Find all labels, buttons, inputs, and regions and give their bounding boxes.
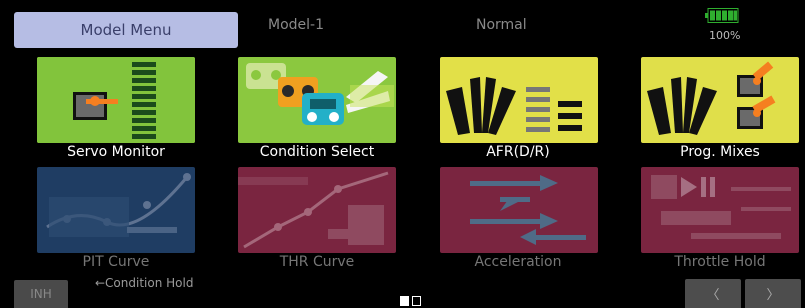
condition-hold-hint: ←Condition Hold (95, 276, 194, 290)
throttle-hold-tile[interactable] (641, 167, 799, 253)
thr-curve-label: THR Curve (279, 254, 355, 270)
afr-dr-tile[interactable] (440, 57, 598, 143)
servo-monitor-label: Servo Monitor (67, 144, 165, 160)
pit-curve-icon (37, 167, 195, 253)
pit-curve-tile[interactable] (37, 167, 195, 253)
afr-dr-icon (440, 57, 598, 143)
condition-select-icon (238, 57, 396, 143)
prog-mixes-tile[interactable] (641, 57, 799, 143)
next-page-button[interactable]: 〉 (745, 279, 801, 308)
servo-monitor-icon (37, 57, 195, 143)
model-menu-tab-label: Model Menu (80, 21, 172, 39)
throttle-hold-label: Throttle Hold (674, 254, 766, 270)
condition-name: Normal (476, 17, 527, 33)
chevron-right-icon: 〉 (766, 288, 780, 303)
servo-monitor-tile[interactable] (37, 57, 195, 143)
afr-dr-label: AFR(D/R) (486, 144, 550, 160)
acceleration-label: Acceleration (474, 254, 562, 270)
thr-curve-tile[interactable] (238, 167, 396, 253)
status-bar: Model Menu Model-1 Normal 100% (0, 0, 805, 52)
page-dot-current (400, 296, 409, 306)
inh-label: INH (30, 287, 52, 301)
condition-select-label: Condition Select (259, 144, 375, 160)
prev-page-button[interactable]: 〈 (685, 279, 741, 308)
page-dot (412, 296, 421, 306)
battery-icon (705, 8, 739, 23)
pit-curve-label: PIT Curve (82, 254, 150, 270)
acceleration-icon (440, 167, 598, 253)
battery-percent: 100% (709, 29, 741, 42)
condition-select-tile[interactable] (238, 57, 396, 143)
chevron-left-icon: 〈 (706, 288, 720, 303)
throttle-hold-icon (641, 167, 799, 253)
prog-mixes-label: Prog. Mixes (680, 144, 760, 160)
thr-curve-icon (238, 167, 396, 253)
prog-mixes-icon (641, 57, 799, 143)
model-name: Model-1 (268, 17, 324, 33)
acceleration-tile[interactable] (440, 167, 598, 253)
inh-button[interactable]: INH (14, 280, 68, 308)
model-menu-tab[interactable]: Model Menu (14, 12, 238, 48)
